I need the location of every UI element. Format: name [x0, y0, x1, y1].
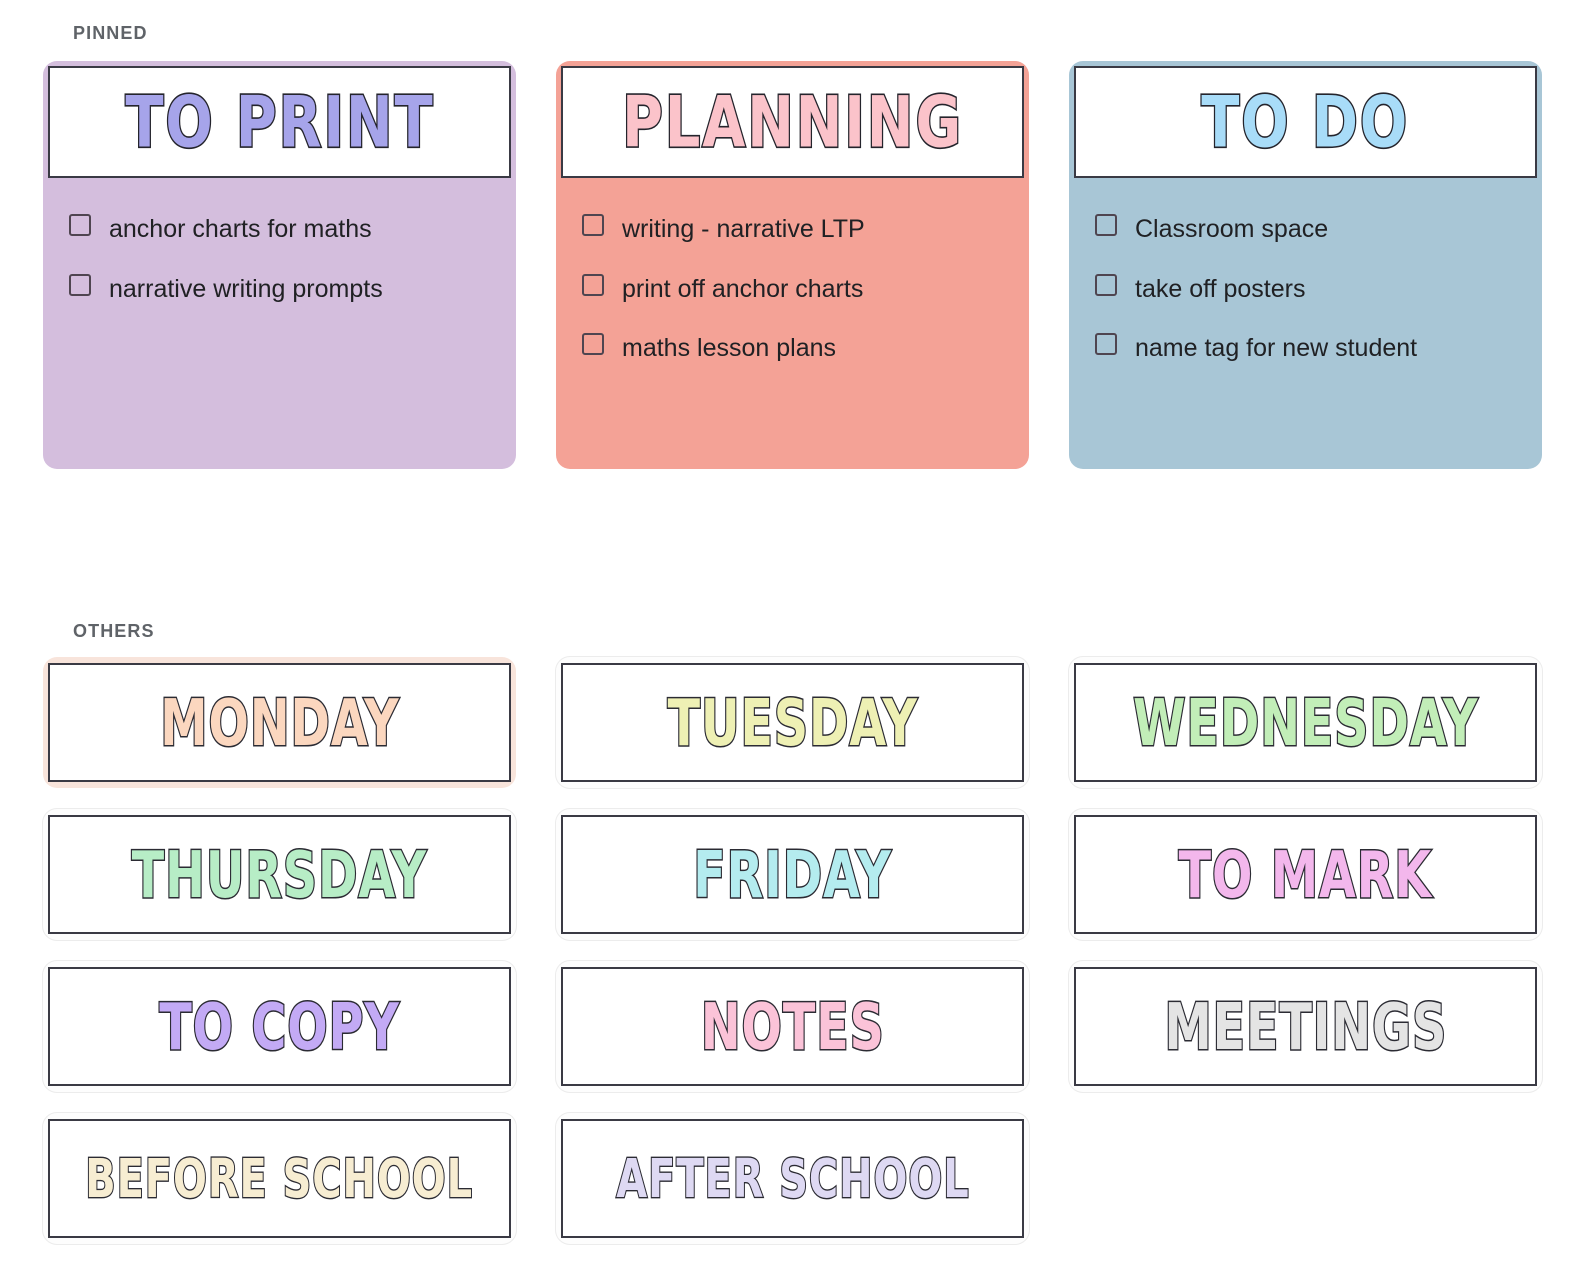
note-title-header: WEDNESDAY [1074, 663, 1537, 782]
checkbox-icon[interactable] [582, 333, 604, 355]
note-title: TO PRINT [124, 80, 435, 164]
note-title: MEETINGS [1163, 989, 1447, 1064]
checklist-item-label: Classroom space [1135, 215, 1329, 243]
others-cards-grid: MONDAY TUESDAY WEDNESDAY THURSDAY FRIDAY TO M… [43, 657, 1542, 1244]
note-title-header: AFTER SCHOOL [561, 1119, 1024, 1238]
note-title-header: BEFORE SCHOOL [48, 1119, 511, 1238]
other-note-card[interactable]: MONDAY [43, 657, 516, 788]
note-title: FRIDAY [692, 837, 892, 912]
checklist-item[interactable]: take off posters [1095, 270, 1516, 310]
note-checklist: writing - narrative LTP print off anchor … [556, 178, 1029, 469]
checkbox-icon[interactable] [1095, 273, 1117, 296]
note-title-header: FRIDAY [561, 815, 1024, 934]
other-note-card[interactable]: WEDNESDAY [1069, 657, 1542, 788]
other-note-card[interactable]: NOTES [556, 961, 1029, 1092]
note-title-header: MEETINGS [1074, 967, 1537, 1086]
checklist-item-label: writing - narrative LTP [622, 215, 865, 243]
checkbox-icon[interactable] [1095, 333, 1117, 355]
note-title-header: TUESDAY [561, 663, 1024, 782]
checklist-item-label: name tag for new student [1135, 334, 1418, 362]
other-note-card[interactable]: MEETINGS [1069, 961, 1542, 1092]
note-title-header: THURSDAY [48, 815, 511, 934]
checkbox-icon[interactable] [69, 214, 91, 236]
note-title: PLANNING [621, 80, 963, 164]
pinned-cards-grid: TO PRINT anchor charts for maths narrative… [43, 61, 1542, 469]
section-label-pinned: PINNED [73, 23, 148, 43]
note-title: TO DO [1200, 80, 1410, 164]
checklist-item-label: print off anchor charts [622, 274, 864, 303]
note-title: THURSDAY [131, 837, 428, 912]
pinned-note-card[interactable]: PLANNING writing - narrative LTP print off… [556, 61, 1029, 469]
checklist-item[interactable]: anchor charts for maths [69, 210, 490, 250]
checkbox-icon[interactable] [582, 214, 604, 236]
checklist-item-label: narrative writing prompts [109, 274, 383, 303]
other-note-card[interactable]: THURSDAY [43, 809, 516, 940]
checkbox-icon[interactable] [1095, 214, 1117, 236]
other-note-card[interactable]: AFTER SCHOOL [556, 1113, 1029, 1244]
checklist-item[interactable]: maths lesson plans [582, 329, 1003, 369]
checklist-item[interactable]: name tag for new student [1095, 329, 1516, 369]
checklist-item[interactable]: writing - narrative LTP [582, 210, 1003, 250]
note-title: NOTES [699, 989, 885, 1064]
note-title-header: TO DO [1074, 66, 1537, 178]
other-note-card[interactable]: BEFORE SCHOOL [43, 1113, 516, 1244]
note-title-header: PLANNING [561, 66, 1024, 178]
checkbox-icon[interactable] [582, 273, 604, 296]
note-title: MONDAY [159, 685, 400, 760]
checkbox-icon[interactable] [69, 273, 91, 296]
note-title: BEFORE SCHOOL [85, 1146, 474, 1210]
grid-filler [1069, 1113, 1542, 1244]
checklist-item[interactable]: print off anchor charts [582, 270, 1003, 310]
note-title-header: NOTES [561, 967, 1024, 1086]
other-note-card[interactable]: TUESDAY [556, 657, 1029, 788]
other-note-card[interactable]: FRIDAY [556, 809, 1029, 940]
note-title: TO MARK [1178, 837, 1433, 912]
note-title-header: TO MARK [1074, 815, 1537, 934]
note-title-header: TO PRINT [48, 66, 511, 178]
checklist-item-label: take off posters [1135, 274, 1306, 303]
pinned-note-card[interactable]: TO DO Classroom space take off posters name… [1069, 61, 1542, 469]
note-title: TUESDAY [666, 685, 918, 760]
note-title: TO COPY [158, 989, 400, 1064]
checklist-item[interactable]: narrative writing prompts [69, 270, 490, 310]
section-label-others: OTHERS [73, 621, 155, 641]
note-checklist: anchor charts for maths narrative writing… [43, 178, 516, 469]
note-title-header: TO COPY [48, 967, 511, 1086]
other-note-card[interactable]: TO COPY [43, 961, 516, 1092]
note-checklist: Classroom space take off posters name tag … [1069, 178, 1542, 469]
keep-notes-board: PINNED TO PRINT anchor charts for maths na… [0, 0, 1586, 1278]
checklist-item-label: maths lesson plans [622, 334, 837, 362]
note-title: WEDNESDAY [1132, 685, 1479, 760]
pinned-note-card[interactable]: TO PRINT anchor charts for maths narrative… [43, 61, 516, 469]
note-title-header: MONDAY [48, 663, 511, 782]
checklist-item[interactable]: Classroom space [1095, 210, 1516, 250]
checklist-item-label: anchor charts for maths [109, 215, 372, 243]
note-title: AFTER SCHOOL [615, 1146, 970, 1210]
other-note-card[interactable]: TO MARK [1069, 809, 1542, 940]
